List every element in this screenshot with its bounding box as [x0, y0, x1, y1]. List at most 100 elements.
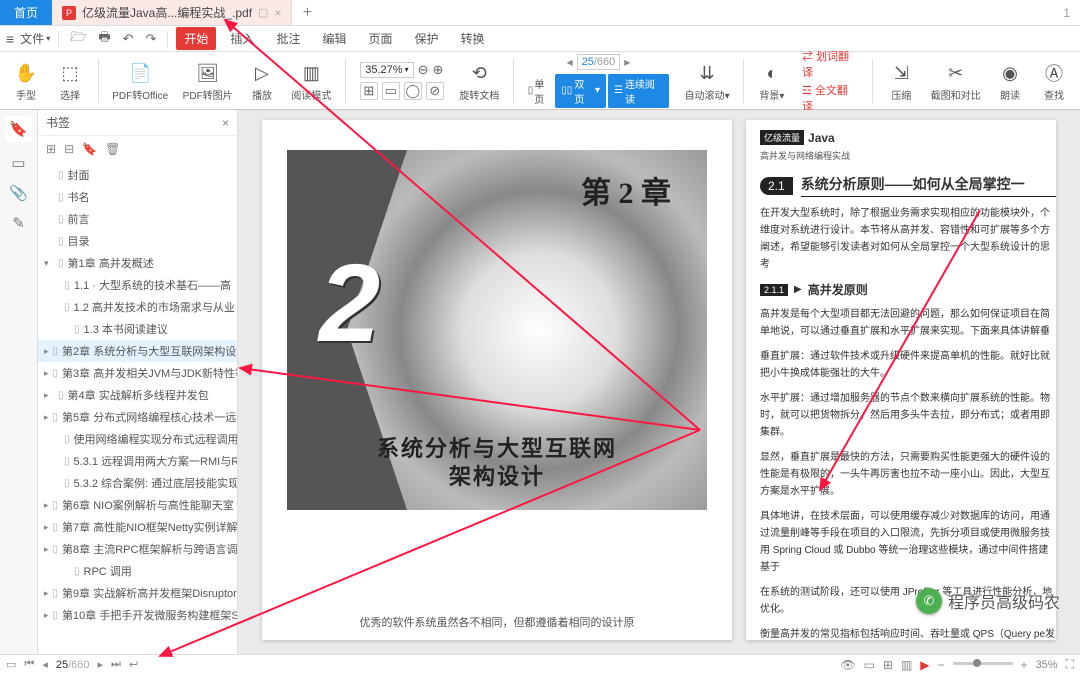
bookmark-item[interactable]: ▸▯第9章 实战解析高并发框架Disruptor: [38, 582, 237, 604]
status-play-icon[interactable]: ▶: [920, 658, 929, 672]
compress-button[interactable]: ⇲压缩: [881, 57, 921, 104]
thumbs-rail-icon[interactable]: ▭: [11, 154, 25, 172]
zoom-slider[interactable]: [953, 662, 1013, 665]
word-translate[interactable]: ⇄ 划词翻译: [802, 48, 858, 80]
open-icon[interactable]: 🗁: [67, 28, 89, 50]
tab-window-icon[interactable]: ▢: [258, 6, 268, 19]
bookmark-item[interactable]: ▯5.3.1 远程调用两大方案一RMI与RPC: [38, 450, 237, 472]
home-tab[interactable]: 首页: [0, 0, 52, 25]
file-menu[interactable]: 文件▾: [20, 30, 50, 47]
single-page-button[interactable]: ▯单页: [528, 76, 554, 106]
zoom-out-icon[interactable]: ⊖: [418, 62, 429, 78]
bookmark-item[interactable]: ▯1.1 · 大型系统的技术基石——高: [38, 274, 237, 296]
separator: [167, 31, 168, 47]
actual-size-icon[interactable]: ◯: [404, 82, 422, 100]
tab-close-icon[interactable]: ×: [274, 6, 281, 20]
status-zoom-value[interactable]: 35%: [1036, 659, 1058, 671]
hand-tool[interactable]: ✋手型: [6, 57, 46, 104]
menu-convert[interactable]: 转换: [453, 27, 493, 50]
bookmark-del-icon[interactable]: 🗑: [105, 142, 120, 156]
bookmark-item[interactable]: ▸▯第10章 手把手开发微服务构建框架Sp: [38, 604, 237, 626]
bookmark-rail-icon[interactable]: 🔖: [5, 116, 32, 142]
bookmark-item[interactable]: ▯前言: [38, 208, 237, 230]
fit-page-icon[interactable]: ▭: [382, 82, 400, 100]
loupe-icon[interactable]: ⊘: [426, 82, 444, 100]
status-eye-icon[interactable]: 👁: [840, 658, 855, 672]
bookmark-item[interactable]: ▯书名: [38, 186, 237, 208]
read-mode[interactable]: ▥阅读模式: [286, 57, 337, 104]
zoom-value[interactable]: 35.27%▾: [360, 62, 413, 78]
status-zoom-out-icon[interactable]: −: [938, 658, 945, 672]
hamburger-icon[interactable]: ≡: [6, 31, 14, 47]
screenshot-button[interactable]: ✂截图和对比: [925, 57, 986, 104]
status-book-icon[interactable]: ▭: [864, 658, 875, 672]
double-page-button[interactable]: ▯▯双页▾: [555, 74, 606, 108]
sign-rail-icon[interactable]: ✎: [12, 214, 25, 232]
bookmark-item[interactable]: ▸▯第2章 系统分析与大型互联网架构设: [38, 340, 237, 362]
page-indicator[interactable]: 25/660: [56, 659, 90, 671]
attach-rail-icon[interactable]: 📎: [9, 184, 28, 202]
status-layout-icon[interactable]: ▥: [901, 658, 912, 672]
menu-insert[interactable]: 插入: [222, 27, 262, 50]
bookmark-item[interactable]: ▾▯第1章 高并发概述: [38, 252, 237, 274]
autoscroll-button[interactable]: ⇊自动滚动▾: [679, 57, 735, 104]
page-icon: ▯: [58, 192, 64, 203]
rotate-button[interactable]: ⟲旋转文档: [454, 57, 505, 104]
bookmark-item[interactable]: ▯1.3 本书阅读建议: [38, 318, 237, 340]
menu-edit[interactable]: 编辑: [314, 27, 354, 50]
background-button[interactable]: ◐背景▾: [752, 57, 792, 104]
page-icon: ▯: [53, 368, 59, 379]
bookmark-item[interactable]: ▸▯第4章 实战解析多线程并发包: [38, 384, 237, 406]
fit-width-icon[interactable]: ⊞: [360, 82, 378, 100]
prev-page-icon[interactable]: ◂: [567, 55, 573, 69]
expand-icon[interactable]: ⊞: [46, 142, 56, 156]
bookmark-item[interactable]: ▯目录: [38, 230, 237, 252]
bookmark-label: 第9章 实战解析高并发框架Disruptor: [62, 585, 237, 601]
page-input[interactable]: 25/660: [577, 54, 621, 70]
status-zoom-in-icon[interactable]: +: [1021, 658, 1028, 672]
menu-page[interactable]: 页面: [360, 27, 400, 50]
thumbs-icon[interactable]: ▭: [6, 658, 16, 671]
menu-start[interactable]: 开始: [176, 27, 216, 50]
collapse-icon[interactable]: ⊟: [64, 142, 74, 156]
chevron-icon: ▸: [44, 346, 49, 357]
bookmark-item[interactable]: ▸▯第8章 主流RPC框架解析与跨语言调用: [38, 538, 237, 560]
new-tab-button[interactable]: +: [292, 0, 322, 25]
last-page-icon[interactable]: ⏭: [111, 658, 121, 671]
bookmark-add-icon[interactable]: 🔖: [82, 142, 97, 156]
continuous-button[interactable]: ☰连续阅读: [608, 74, 669, 108]
close-panel-icon[interactable]: ×: [222, 116, 229, 130]
first-page-icon[interactable]: ⏮: [24, 658, 34, 671]
bookmark-item[interactable]: ▯使用网络编程实现分布式远程调用.: [38, 428, 237, 450]
file-tab[interactable]: P 亿级流量Java高...编程实战_.pdf ▢ ×: [52, 0, 292, 25]
expand-icon[interactable]: ⛶: [1066, 657, 1074, 672]
bookmark-item[interactable]: ▸▯第6章 NIO案例解析与高性能聊天室: [38, 494, 237, 516]
prev-page-icon[interactable]: ◂: [42, 658, 48, 671]
redo-icon[interactable]: ↷: [143, 31, 160, 47]
bookmark-item[interactable]: ▯5.3.2 综合案例: 通过底层技能实现RI: [38, 472, 237, 494]
pdf-to-office[interactable]: 📄PDF转Office: [107, 57, 173, 104]
full-translate[interactable]: ☲ 全文翻译: [802, 82, 858, 114]
bookmark-item[interactable]: ▯RPC 调用: [38, 560, 237, 582]
bookmark-item[interactable]: ▯1.2 高并发技术的市场需求与从业: [38, 296, 237, 318]
pdf-to-image[interactable]: 🖼PDF转图片: [177, 57, 238, 104]
bookmark-item[interactable]: ▯封面: [38, 164, 237, 186]
menu-annotate[interactable]: 批注: [268, 27, 308, 50]
bookmark-item[interactable]: ▸▯第3章 高并发相关JVM与JDK新特性等: [38, 362, 237, 384]
next-page-icon[interactable]: ▸: [624, 55, 630, 69]
zoom-in-icon[interactable]: ⊕: [432, 62, 443, 78]
next-page-icon[interactable]: ▸: [98, 658, 104, 671]
bookmark-item[interactable]: ▸▯第5章 分布式网络编程核心技术一远程: [38, 406, 237, 428]
menu-protect[interactable]: 保护: [407, 27, 447, 50]
select-tool[interactable]: ⬚选择: [50, 57, 90, 104]
play-button[interactable]: ▷播放: [242, 57, 282, 104]
page-viewer[interactable]: 第 2 章 2 系统分析与大型互联网 架构设计 优秀的软件系统虽然各不相同，但都…: [238, 110, 1080, 654]
left-rail: 🔖 ▭ 📎 ✎: [0, 110, 38, 654]
print-icon[interactable]: 🖶: [95, 28, 113, 50]
read-aloud-button[interactable]: ◉朗读: [990, 57, 1030, 104]
undo-icon[interactable]: ↶: [120, 31, 137, 47]
back-icon[interactable]: ↩: [129, 658, 138, 671]
status-grid-icon[interactable]: ⊞: [883, 658, 893, 672]
find-button[interactable]: Ⓐ查找: [1034, 57, 1074, 104]
bookmark-item[interactable]: ▸▯第7章 高性能NIO框架Netty实例详解: [38, 516, 237, 538]
